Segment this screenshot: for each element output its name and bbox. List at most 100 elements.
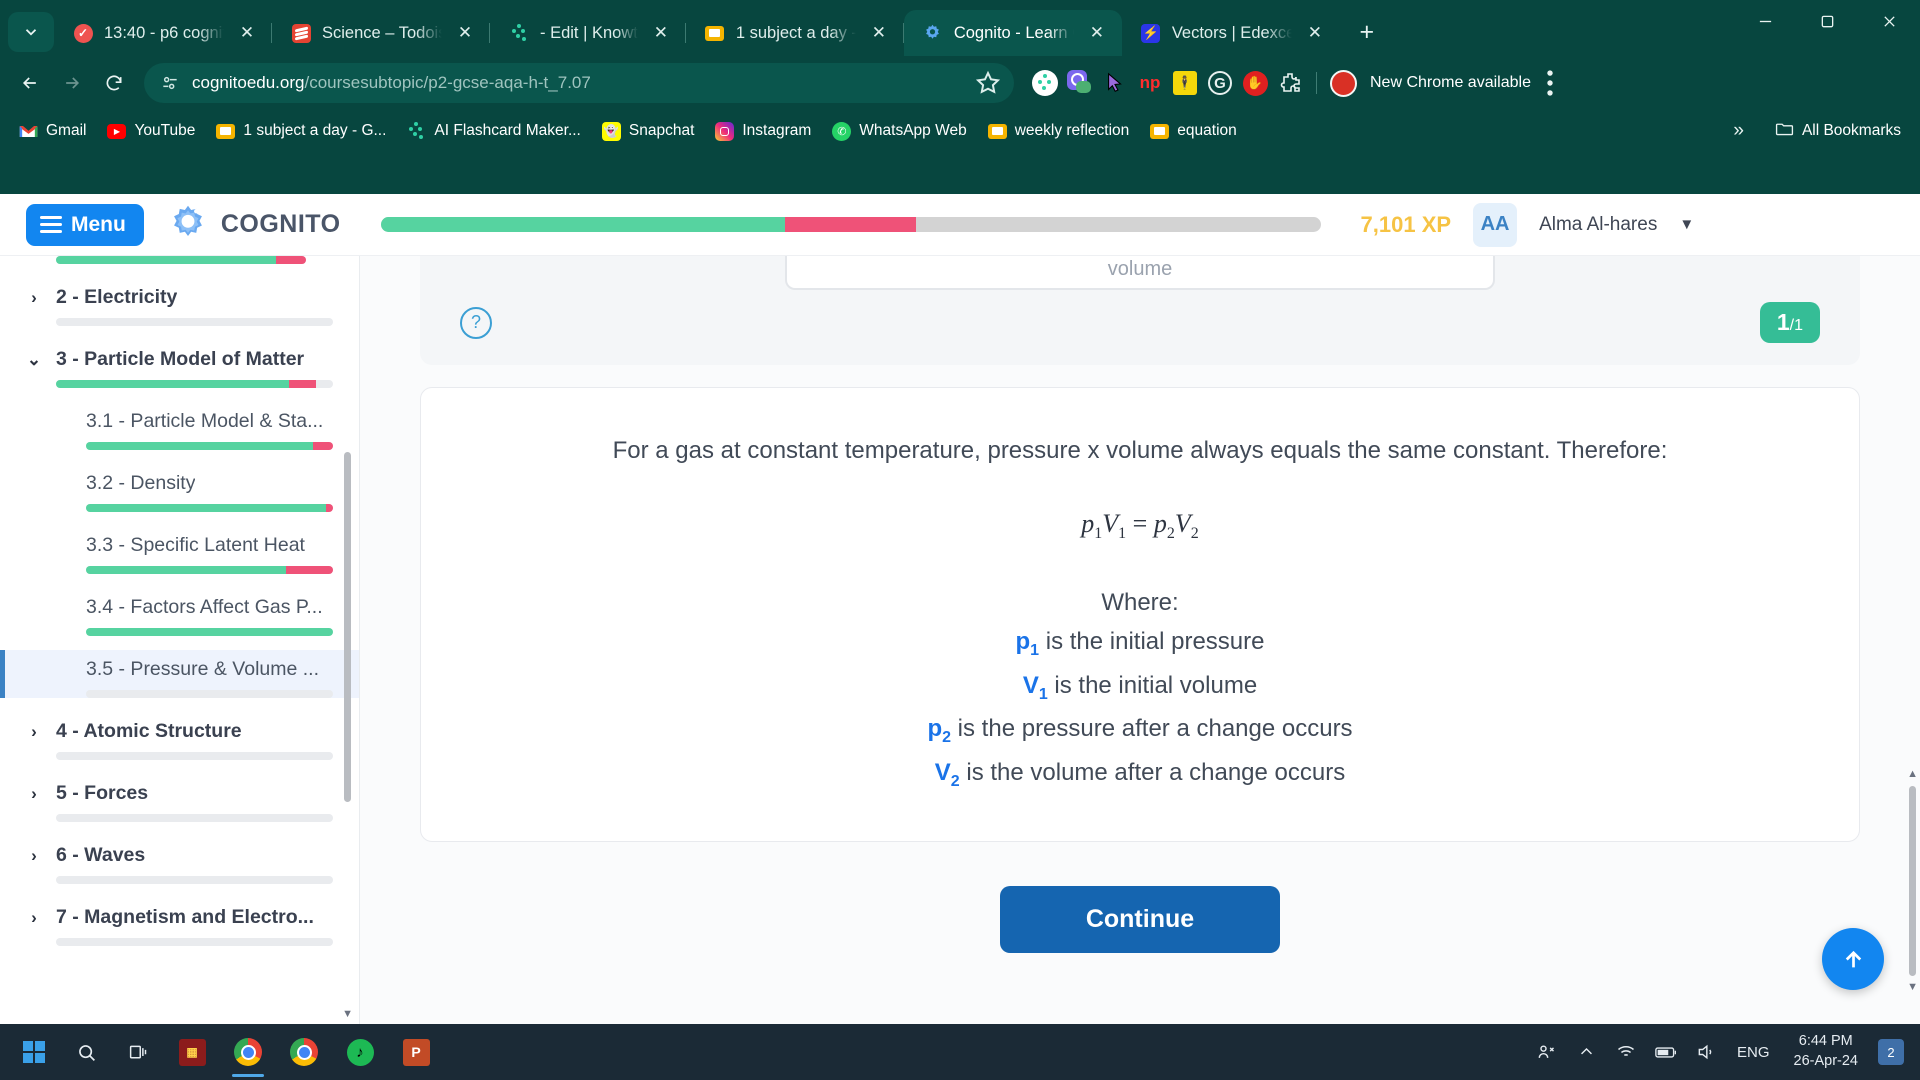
browser-tab[interactable]: Science – Todoist ✕ bbox=[272, 10, 490, 56]
cursor-extension-icon[interactable] bbox=[1100, 68, 1130, 98]
bookmark-label: weekly reflection bbox=[1014, 122, 1130, 139]
bookmark-item[interactable]: ✆ WhatsApp Web bbox=[823, 117, 975, 146]
browser-tab[interactable]: 1 subject a day - G ✕ bbox=[686, 10, 904, 56]
url-domain: cognitoedu.org bbox=[192, 73, 305, 92]
sidebar-item-label: 7 - Magnetism and Electro... bbox=[56, 906, 314, 928]
bookmark-item[interactable]: ▶ YouTube bbox=[98, 117, 204, 146]
taskbar-app-spotify[interactable]: ♪ bbox=[332, 1026, 388, 1078]
reload-icon[interactable] bbox=[94, 63, 134, 103]
language-indicator[interactable]: ENG bbox=[1729, 1044, 1778, 1061]
address-bar[interactable]: cognitoedu.org/coursesubtopic/p2-gcse-aq… bbox=[144, 63, 1014, 103]
sidebar-item[interactable]: › 2 - Electricity bbox=[0, 278, 359, 326]
bookmark-item[interactable]: 1 subject a day - G... bbox=[207, 117, 395, 146]
sidebar-item-row: 3.2 - Density bbox=[26, 472, 333, 495]
close-icon[interactable]: ✕ bbox=[866, 20, 892, 46]
battery-icon[interactable] bbox=[1649, 1033, 1683, 1071]
sidebar-item[interactable]: ⌄ 3 - Particle Model of Matter bbox=[0, 340, 359, 388]
bookmark-item[interactable]: Gmail bbox=[10, 117, 95, 146]
main-scroll-down-icon[interactable]: ▼ bbox=[1907, 981, 1918, 993]
taskbar-app-red[interactable]: ▦ bbox=[164, 1026, 220, 1078]
sidebar-item[interactable]: 3.5 - Pressure & Volume ... bbox=[0, 650, 359, 698]
sidebar-item[interactable]: 3.4 - Factors Affect Gas P... bbox=[0, 588, 359, 636]
sidebar-item-label: 3.3 - Specific Latent Heat bbox=[86, 534, 305, 556]
chevron-right-icon[interactable]: › bbox=[26, 722, 42, 742]
chevron-down-icon[interactable]: ⌄ bbox=[26, 350, 42, 370]
all-bookmarks-button[interactable]: All Bookmarks bbox=[1766, 116, 1910, 147]
avatar[interactable]: AA bbox=[1473, 202, 1518, 247]
chevron-right-icon[interactable]: › bbox=[26, 784, 42, 804]
dictionary-yellow-extension-icon[interactable]: 🕴 bbox=[1170, 68, 1200, 98]
grammarly-extension-icon[interactable] bbox=[1065, 68, 1095, 98]
menu-button[interactable]: Menu bbox=[26, 203, 144, 246]
people-icon[interactable] bbox=[1529, 1033, 1563, 1071]
browser-tab[interactable]: ⚡ Vectors | Edexcel I ✕ bbox=[1122, 10, 1340, 56]
close-icon[interactable]: ✕ bbox=[1084, 20, 1110, 46]
three-dot-menu-icon[interactable] bbox=[1533, 66, 1567, 100]
profile-avatar[interactable] bbox=[1328, 68, 1358, 98]
main-scrollbar[interactable] bbox=[1909, 786, 1916, 976]
browser-tab-active[interactable]: Cognito - Learn G ✕ bbox=[903, 10, 1122, 56]
sidebar-item[interactable]: 3.3 - Specific Latent Heat bbox=[0, 526, 359, 574]
notion-np-extension-icon[interactable]: np bbox=[1135, 68, 1165, 98]
answer-box-peek[interactable]: volume bbox=[785, 256, 1495, 290]
search-icon[interactable] bbox=[60, 1026, 112, 1078]
bookmark-label: Snapchat bbox=[628, 122, 695, 139]
notification-badge[interactable]: 2 bbox=[1878, 1039, 1904, 1065]
page-body: › 2 - Electricity ⌄ 3 - Particle Model of M… bbox=[0, 256, 1920, 1024]
scroll-to-top-button[interactable] bbox=[1822, 928, 1884, 990]
browser-tab[interactable]: - Edit | Knowt ✕ bbox=[490, 10, 686, 56]
chevron-right-icon[interactable]: › bbox=[26, 846, 42, 866]
tab-search-button[interactable] bbox=[8, 12, 54, 52]
chevron-right-icon[interactable]: › bbox=[26, 288, 42, 308]
extensions-puzzle-icon[interactable] bbox=[1275, 68, 1305, 98]
minimize-icon[interactable] bbox=[1734, 0, 1796, 42]
browser-tab[interactable]: ✓ 13:40 - p6 cognito ✕ bbox=[54, 10, 272, 56]
grammarly-g-extension-icon[interactable]: G bbox=[1205, 68, 1235, 98]
taskbar-app-powerpoint[interactable]: P bbox=[388, 1026, 444, 1078]
task-view-icon[interactable] bbox=[112, 1026, 164, 1078]
sidebar-item[interactable]: 3.2 - Density bbox=[0, 464, 359, 512]
sidebar-item[interactable]: › 4 - Atomic Structure bbox=[0, 712, 359, 760]
gmail-icon bbox=[19, 122, 38, 141]
forward-arrow-icon[interactable] bbox=[52, 63, 92, 103]
continue-button[interactable]: Continue bbox=[999, 886, 1281, 954]
back-arrow-icon[interactable] bbox=[10, 63, 50, 103]
taskbar-app-chrome-active[interactable] bbox=[220, 1026, 276, 1078]
bookmark-item[interactable]: weekly reflection bbox=[979, 117, 1139, 146]
sidebar-item[interactable]: 3.1 - Particle Model & Sta... bbox=[0, 402, 359, 450]
bookmarks-overflow-icon[interactable]: » bbox=[1725, 116, 1752, 146]
sidebar-item[interactable]: › 7 - Magnetism and Electro... bbox=[0, 898, 359, 946]
close-icon[interactable]: ✕ bbox=[452, 20, 478, 46]
sidebar-scroll-down-icon[interactable]: ▼ bbox=[342, 1008, 353, 1020]
chevron-down-icon[interactable]: ▼ bbox=[1679, 216, 1694, 233]
taskbar-app-chrome[interactable] bbox=[276, 1026, 332, 1078]
bookmark-item[interactable]: equation bbox=[1141, 117, 1245, 146]
close-icon[interactable]: ✕ bbox=[648, 20, 674, 46]
bookmark-item[interactable]: AI Flashcard Maker... bbox=[398, 117, 589, 146]
wifi-icon[interactable] bbox=[1609, 1033, 1643, 1071]
adblock-hand-extension-icon[interactable]: ✋ bbox=[1240, 68, 1270, 98]
star-icon[interactable] bbox=[974, 69, 1002, 97]
windows-start-icon[interactable] bbox=[8, 1026, 60, 1078]
sidebar-item[interactable]: › 5 - Forces bbox=[0, 774, 359, 822]
taskbar-clock[interactable]: 6:44 PM 26-Apr-24 bbox=[1784, 1032, 1868, 1071]
question-mark-icon[interactable]: ? bbox=[460, 306, 492, 339]
bookmark-item[interactable]: Instagram bbox=[706, 117, 820, 146]
volume-icon[interactable] bbox=[1689, 1033, 1723, 1071]
chevron-right-icon[interactable]: › bbox=[26, 908, 42, 928]
toolbar-divider bbox=[1316, 72, 1317, 94]
bookmark-item[interactable]: 👻 Snapchat bbox=[593, 117, 704, 146]
chevron-up-icon[interactable] bbox=[1569, 1033, 1603, 1071]
sidebar-scrollbar[interactable] bbox=[344, 452, 351, 802]
site-settings-icon[interactable] bbox=[160, 73, 180, 93]
close-icon[interactable]: ✕ bbox=[234, 20, 260, 46]
maximize-icon[interactable] bbox=[1796, 0, 1858, 42]
close-icon[interactable]: ✕ bbox=[1302, 20, 1328, 46]
chrome-update-label[interactable]: New Chrome available bbox=[1370, 74, 1531, 92]
main-scroll-up-icon[interactable]: ▲ bbox=[1907, 768, 1918, 780]
close-icon[interactable] bbox=[1858, 0, 1920, 42]
sidebar-item[interactable]: › 6 - Waves bbox=[0, 836, 359, 884]
cognito-logo[interactable]: COGNITO bbox=[166, 203, 341, 247]
new-tab-button[interactable]: + bbox=[1348, 13, 1386, 51]
knowt-extension-icon[interactable] bbox=[1030, 68, 1060, 98]
